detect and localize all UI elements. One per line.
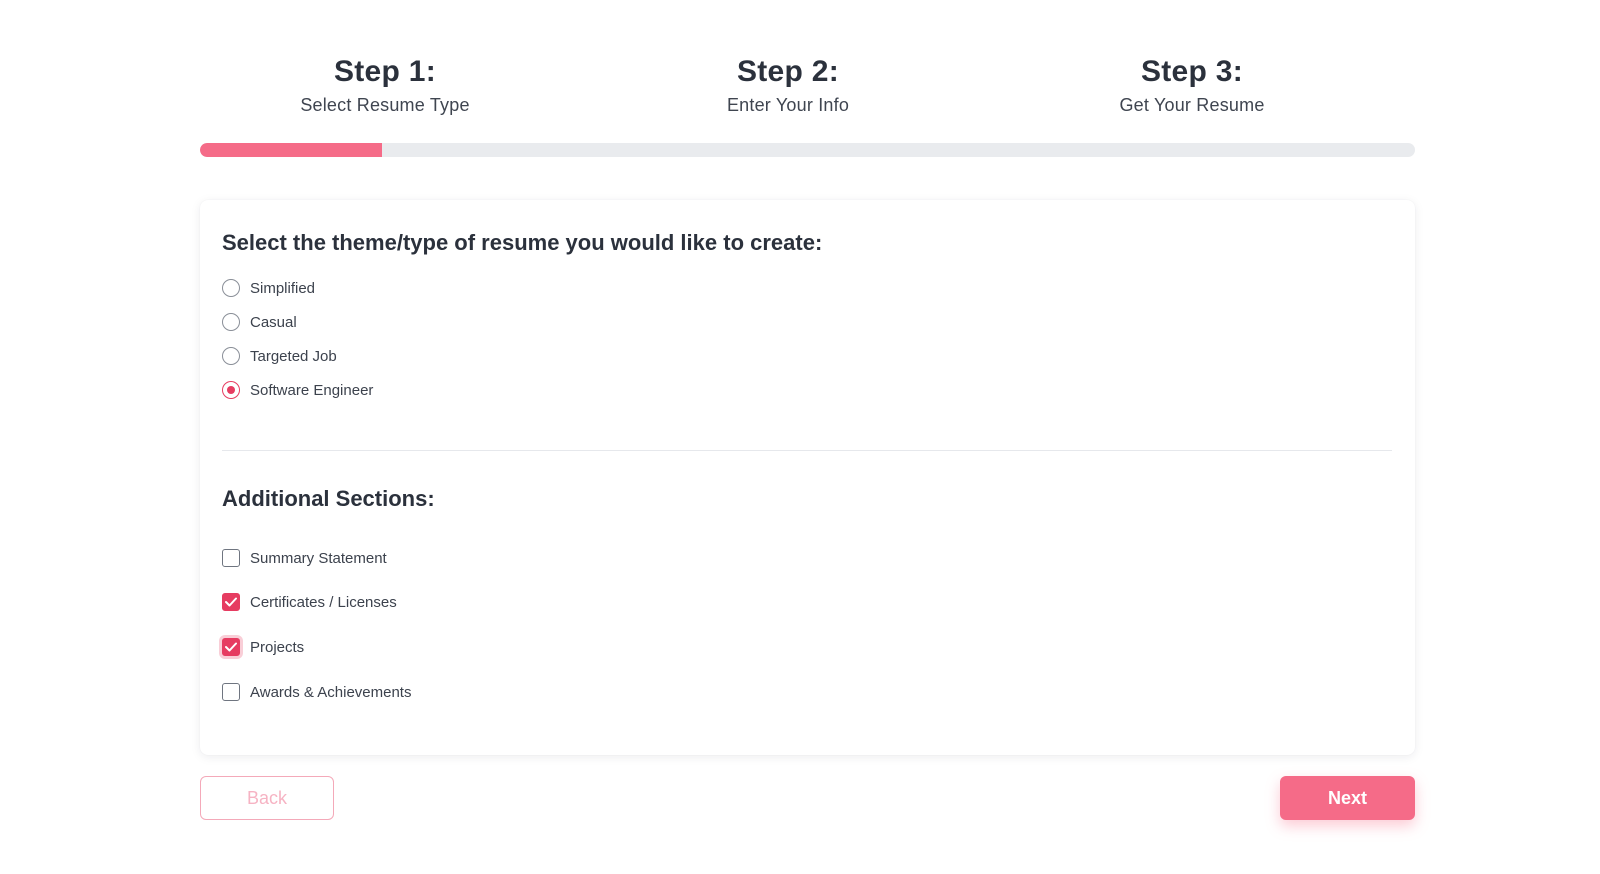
- theme-option-label: Targeted Job: [250, 347, 337, 365]
- checkbox-certificates[interactable]: [222, 593, 240, 611]
- step-2-title: Step 2:: [736, 55, 840, 88]
- theme-option-casual[interactable]: Casual: [222, 312, 297, 332]
- section-option-label: Summary Statement: [250, 549, 387, 567]
- section-option-summary-statement[interactable]: Summary Statement: [222, 548, 387, 568]
- theme-option-simplified[interactable]: Simplified: [222, 278, 315, 298]
- theme-option-label: Casual: [250, 313, 297, 331]
- step-2: Step 2: Enter Your Info: [638, 54, 938, 116]
- step-3-title: Step 3:: [1140, 55, 1244, 88]
- checkmark-icon: [225, 642, 237, 652]
- radio-software-engineer[interactable]: [222, 381, 240, 399]
- step-3: Step 3: Get Your Resume: [1042, 54, 1342, 116]
- section-option-label: Certificates / Licenses: [250, 593, 397, 611]
- step-2-subtitle: Enter Your Info: [726, 95, 850, 115]
- section-option-awards[interactable]: Awards & Achievements: [222, 682, 411, 702]
- section-option-projects[interactable]: Projects: [222, 637, 304, 657]
- checkmark-icon: [225, 597, 237, 607]
- options-card: [200, 200, 1415, 755]
- theme-heading: Select the theme/type of resume you woul…: [222, 230, 823, 255]
- section-option-label: Projects: [250, 638, 305, 656]
- step-3-subtitle: Get Your Resume: [1119, 95, 1265, 115]
- radio-targeted-job[interactable]: [222, 347, 240, 365]
- theme-option-software-engineer[interactable]: Software Engineer: [222, 380, 373, 400]
- progress-bar-fill: [200, 143, 383, 157]
- progress-bar: [200, 143, 1415, 157]
- theme-option-label: Simplified: [250, 279, 316, 297]
- section-option-label: Awards & Achievements: [250, 683, 412, 701]
- radio-simplified[interactable]: [222, 279, 240, 297]
- next-button[interactable]: Next: [1280, 776, 1415, 820]
- back-button[interactable]: Back: [200, 776, 334, 820]
- section-divider: [222, 450, 1392, 451]
- section-option-certificates[interactable]: Certificates / Licenses: [222, 592, 397, 612]
- checkbox-summary-statement[interactable]: [222, 549, 240, 567]
- checkbox-awards[interactable]: [222, 683, 240, 701]
- theme-option-label: Software Engineer: [250, 381, 374, 399]
- step-1-subtitle: Select Resume Type: [300, 95, 470, 115]
- additional-sections-heading: Additional Sections:: [222, 486, 435, 511]
- resume-wizard-page: Step 1: Select Resume Type Step 2: Enter…: [0, 0, 1600, 874]
- radio-casual[interactable]: [222, 313, 240, 331]
- checkbox-projects[interactable]: [222, 638, 240, 656]
- step-1-title: Step 1:: [333, 55, 437, 88]
- theme-option-targeted-job[interactable]: Targeted Job: [222, 346, 337, 366]
- step-1: Step 1: Select Resume Type: [235, 54, 535, 116]
- step-indicator: Step 1: Select Resume Type Step 2: Enter…: [200, 54, 1415, 124]
